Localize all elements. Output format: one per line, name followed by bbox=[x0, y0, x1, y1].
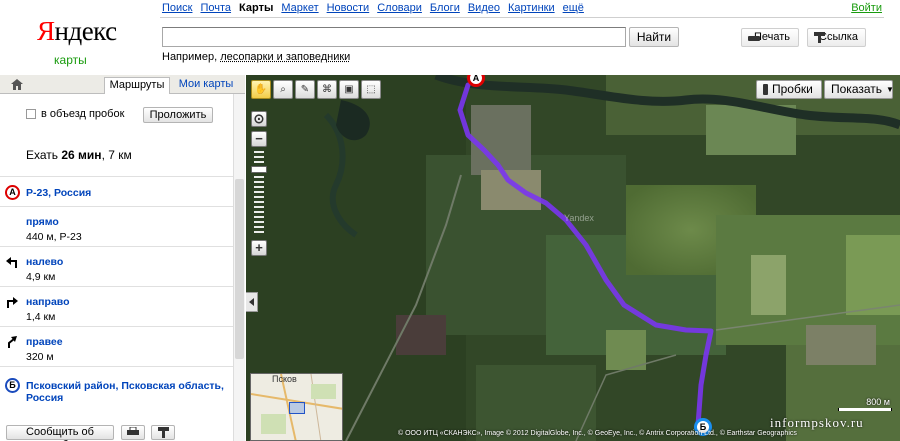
route-end[interactable]: Б Псковский район, Псковская область, Ро… bbox=[0, 366, 233, 411]
tab-routes[interactable]: Маршруты bbox=[104, 77, 170, 94]
end-title-line1[interactable]: Псковский район, Псковская область, bbox=[26, 380, 224, 392]
step-distance: 320 м bbox=[26, 351, 54, 363]
scale-label: 800 м bbox=[866, 397, 890, 407]
search-input[interactable] bbox=[162, 27, 626, 47]
minimap-viewport[interactable] bbox=[289, 402, 305, 414]
nav-mail[interactable]: Почта bbox=[200, 2, 231, 14]
turn-right-icon bbox=[7, 297, 18, 308]
yandex-logo[interactable]: Яндекс bbox=[37, 18, 117, 45]
divider bbox=[160, 17, 884, 18]
pin-link-icon bbox=[157, 427, 169, 438]
traffic-button[interactable]: Пробки bbox=[756, 80, 822, 99]
zoom-scale[interactable] bbox=[254, 151, 264, 236]
show-layers-button[interactable]: Показать ▼ bbox=[824, 80, 894, 99]
nav-images[interactable]: Картинки bbox=[508, 2, 555, 14]
step-distance: 1,4 км bbox=[26, 311, 56, 323]
route-step[interactable]: направо 1,4 км bbox=[0, 286, 233, 326]
zoom-out-top-button[interactable]: − bbox=[251, 131, 267, 147]
select-icon[interactable]: ⬚ bbox=[361, 80, 381, 99]
footer-link-button[interactable] bbox=[151, 425, 175, 440]
point-b-badge: Б bbox=[5, 378, 20, 393]
printer-icon bbox=[127, 426, 139, 435]
search-button[interactable]: Найти bbox=[629, 27, 679, 47]
traffic-light-icon bbox=[763, 84, 768, 95]
tabs-bar: Маршруты Мои карты bbox=[0, 75, 245, 94]
point-a-badge: А bbox=[5, 185, 20, 200]
step-direction[interactable]: правее bbox=[26, 336, 63, 348]
step-direction[interactable]: прямо bbox=[26, 216, 59, 228]
example-link[interactable]: лесопарки и заповедники bbox=[220, 51, 350, 63]
search-example: Например, лесопарки и заповедники bbox=[162, 51, 351, 63]
login-link[interactable]: Войти bbox=[851, 2, 882, 14]
yandex-map-watermark: Yandex bbox=[564, 213, 594, 223]
map-toolbar: ✋ ⌕ ✎ ⌘ ▣ ⬚ bbox=[251, 80, 381, 99]
sidebar-scrollbar[interactable] bbox=[233, 94, 245, 441]
top-nav: Поиск Почта Карты Маркет Новости Словари… bbox=[162, 2, 592, 14]
nav-search[interactable]: Поиск bbox=[162, 2, 192, 14]
link-button[interactable]: Ссылка bbox=[807, 28, 866, 47]
step-direction[interactable]: направо bbox=[26, 296, 70, 308]
zoom-control[interactable]: ⊙ − + bbox=[251, 111, 267, 256]
overview-minimap[interactable]: Псков bbox=[250, 373, 343, 441]
nav-more[interactable]: ещё bbox=[563, 2, 584, 14]
avoid-traffic-label: в объезд пробок bbox=[41, 108, 125, 120]
nav-market[interactable]: Маркет bbox=[281, 2, 318, 14]
route-step[interactable]: правее 320 м bbox=[0, 326, 233, 366]
nav-blogs[interactable]: Блоги bbox=[430, 2, 460, 14]
scrollbar-thumb[interactable] bbox=[235, 179, 244, 359]
report-error-button[interactable]: Сообщить об ошибке bbox=[6, 425, 114, 441]
zoom-slider-handle[interactable] bbox=[251, 166, 267, 173]
sidebar: Маршруты Мои карты в объезд пробок Проло… bbox=[0, 75, 245, 441]
service-name[interactable]: карты bbox=[54, 53, 87, 67]
start-title[interactable]: Р-23, Россия bbox=[26, 187, 91, 199]
zoom-in-button[interactable]: ⊙ bbox=[251, 111, 267, 127]
chevron-down-icon: ▼ bbox=[886, 85, 894, 94]
nav-dictionaries[interactable]: Словари bbox=[377, 2, 422, 14]
map-copyright: © ООО ИТЦ «СКАНЭКС», Image © 2012 Digita… bbox=[398, 430, 797, 437]
tab-my-maps[interactable]: Мои карты bbox=[176, 77, 236, 94]
layers-icon[interactable]: ▣ bbox=[339, 80, 359, 99]
scale-line bbox=[838, 408, 892, 411]
hand-icon[interactable]: ✋ bbox=[251, 80, 271, 99]
avoid-traffic-option[interactable]: в объезд пробок bbox=[26, 108, 124, 120]
magnifier-icon[interactable]: ⌕ bbox=[273, 80, 293, 99]
link-tool-icon[interactable]: ⌘ bbox=[317, 80, 337, 99]
minimap-city-label: Псков bbox=[272, 374, 297, 384]
end-title-line2[interactable]: Россия bbox=[26, 392, 63, 404]
keep-right-icon bbox=[8, 336, 17, 348]
sidebar-footer: Сообщить об ошибке bbox=[0, 423, 233, 441]
route-step[interactable]: прямо 440 м, Р-23 bbox=[0, 206, 233, 246]
map-view[interactable]: Yandex А Б ✋ ⌕ ✎ ⌘ ▣ ⬚ ⊙ − + Пробки Пока… bbox=[246, 75, 900, 441]
home-icon[interactable] bbox=[11, 79, 23, 90]
nav-video[interactable]: Видео bbox=[468, 2, 500, 14]
nav-maps: Карты bbox=[239, 2, 274, 14]
step-distance: 4,9 км bbox=[26, 271, 56, 283]
turn-left-icon bbox=[6, 257, 17, 268]
step-distance: 440 м, Р-23 bbox=[26, 231, 82, 243]
satellite-imagery[interactable] bbox=[246, 75, 900, 441]
route-step[interactable]: налево 4,9 км bbox=[0, 246, 233, 286]
nav-news[interactable]: Новости bbox=[327, 2, 370, 14]
route-summary: Ехать 26 мин, 7 км bbox=[26, 148, 132, 162]
collapse-sidebar-button[interactable] bbox=[246, 292, 258, 312]
header: Яндекс карты Поиск Почта Карты Маркет Но… bbox=[0, 0, 900, 75]
printer-icon bbox=[748, 32, 760, 45]
site-watermark: informpskov.ru bbox=[770, 415, 864, 430]
route-start[interactable]: А Р-23, Россия bbox=[0, 176, 233, 206]
print-button[interactable]: Печать bbox=[741, 28, 799, 47]
avoid-traffic-checkbox[interactable] bbox=[26, 109, 36, 119]
zoom-plus-button[interactable]: + bbox=[251, 240, 267, 256]
footer-print-button[interactable] bbox=[121, 425, 145, 440]
step-direction[interactable]: налево bbox=[26, 256, 63, 268]
build-route-button[interactable]: Проложить bbox=[143, 107, 213, 123]
ruler-icon[interactable]: ✎ bbox=[295, 80, 315, 99]
